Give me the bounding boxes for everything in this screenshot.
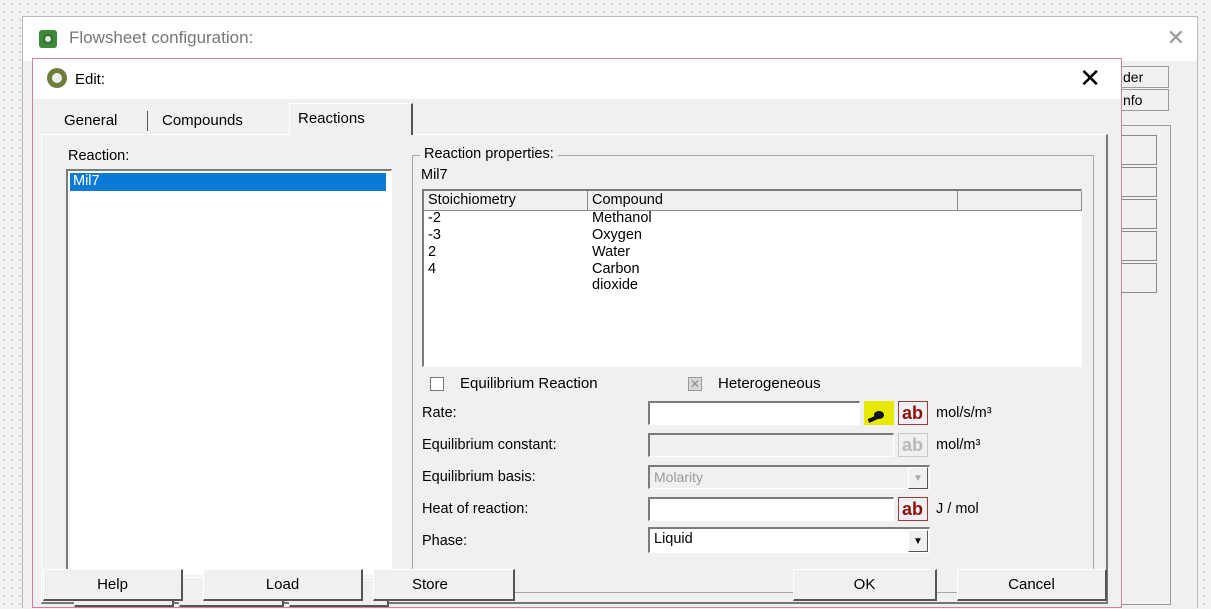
edit-dialog-icon — [47, 68, 67, 88]
tab-separator — [147, 111, 148, 131]
outer-tab-2[interactable]: nfo — [1119, 89, 1169, 111]
outer-title-bar: Flowsheet configuration: ✕ — [23, 17, 1197, 61]
reaction-list[interactable]: Mil7 — [66, 169, 392, 575]
reaction-list-item-label: Mil7 — [73, 173, 100, 189]
equilibrium-basis-select[interactable]: Molarity ▼ — [648, 465, 930, 489]
equilibrium-constant-unit: mol/m³ — [936, 437, 981, 453]
heterogeneous-checkbox[interactable]: ✕ — [688, 377, 702, 391]
reaction-list-label: Reaction: — [68, 148, 130, 164]
outer-tab-1[interactable]: der — [1119, 66, 1169, 88]
compound-cell[interactable]: Carbon dioxide — [592, 261, 640, 293]
stoich-cell[interactable]: -3 — [428, 227, 441, 243]
heat-units-icon[interactable]: ab — [898, 497, 928, 521]
reactions-tab-panel: Reaction: Mil7 Create Rename Delete Reac… — [41, 134, 1108, 607]
reaction-name: Mil7 — [421, 167, 448, 183]
stoich-cell[interactable]: 4 — [428, 261, 436, 277]
outer-side-button-5[interactable] — [1117, 263, 1157, 293]
outer-side-button-4[interactable] — [1117, 231, 1157, 261]
equilibrium-reaction-checkbox[interactable] — [430, 377, 444, 391]
tab-compounds[interactable]: Compounds — [153, 107, 252, 133]
reaction-properties-label: Reaction properties: — [420, 146, 558, 162]
tab-compounds-label: Compounds — [162, 112, 243, 129]
phase-value: Liquid — [654, 531, 693, 547]
chevron-down-icon: ▼ — [908, 467, 928, 489]
outer-tab-1-label: der — [1123, 69, 1144, 85]
equilibrium-constant-units-icon: ab — [898, 433, 928, 457]
edit-dialog-title: Edit: — [75, 71, 106, 88]
heat-of-reaction-unit: J / mol — [936, 501, 979, 517]
ok-button[interactable]: OK — [793, 569, 937, 601]
edit-dialog: Edit: ✕ General Compounds Reactions Reac… — [32, 58, 1122, 608]
rate-label: Rate: — [422, 405, 457, 421]
column-header-stoichiometry[interactable]: Stoichiometry — [424, 191, 588, 211]
outer-panel — [1121, 125, 1171, 605]
outer-side-button-2[interactable] — [1117, 167, 1157, 197]
rate-unit: mol/s/m³ — [936, 405, 992, 421]
heat-of-reaction-label: Heat of reaction: — [422, 501, 529, 517]
rate-editor-icon[interactable] — [864, 401, 894, 425]
outer-window-title: Flowsheet configuration: — [69, 28, 254, 47]
heat-of-reaction-input[interactable] — [648, 497, 894, 521]
stoich-cell[interactable]: -2 — [428, 210, 441, 226]
rate-units-icon[interactable]: ab — [898, 401, 928, 425]
outer-close-icon[interactable]: ✕ — [1167, 25, 1185, 51]
stoichiometry-table[interactable]: Stoichiometry Compound -2 Methanol -3 Ox… — [422, 189, 1082, 367]
compound-cell[interactable]: Water — [592, 244, 630, 260]
app-icon — [39, 30, 57, 48]
cancel-button[interactable]: Cancel — [957, 569, 1107, 601]
equilibrium-basis-label: Equilibrium basis: — [422, 469, 536, 485]
outer-tab-2-label: nfo — [1123, 92, 1143, 108]
equilibrium-constant-label: Equilibrium constant: — [422, 437, 557, 453]
edit-close-icon[interactable]: ✕ — [1079, 63, 1101, 94]
equilibrium-basis-value: Molarity — [654, 469, 704, 485]
outer-side-button-3[interactable] — [1117, 199, 1157, 229]
chevron-down-icon[interactable]: ▼ — [908, 530, 928, 552]
compound-cell[interactable]: Oxygen — [592, 227, 642, 243]
outer-side-button-1[interactable] — [1117, 135, 1157, 165]
help-button[interactable]: Help — [43, 569, 183, 601]
compound-cell[interactable]: Methanol — [592, 210, 652, 226]
equilibrium-constant-input[interactable] — [648, 433, 894, 457]
tab-general[interactable]: General — [55, 107, 126, 133]
rate-input[interactable] — [648, 401, 860, 425]
heterogeneous-label: Heterogeneous — [718, 375, 821, 392]
reaction-list-item[interactable]: Mil7 — [70, 173, 386, 191]
tab-reactions[interactable]: Reactions — [289, 103, 413, 135]
rate-units-icon-glyph: ab — [902, 403, 924, 423]
store-button[interactable]: Store — [373, 569, 515, 601]
tab-general-label: General — [64, 112, 118, 129]
column-header-empty — [958, 191, 1082, 211]
column-header-compound[interactable]: Compound — [588, 191, 958, 211]
tab-reactions-label: Reactions — [298, 110, 365, 127]
stoich-cell[interactable]: 2 — [428, 244, 436, 260]
heat-units-icon-glyph: ab — [902, 499, 924, 519]
edit-title-bar: Edit: ✕ — [33, 59, 1121, 99]
phase-label: Phase: — [422, 533, 468, 549]
load-button[interactable]: Load — [203, 569, 363, 601]
equilibrium-reaction-label: Equilibrium Reaction — [460, 375, 598, 392]
phase-select[interactable]: Liquid ▼ — [648, 527, 930, 553]
equilibrium-constant-units-icon-glyph: ab — [902, 435, 924, 455]
